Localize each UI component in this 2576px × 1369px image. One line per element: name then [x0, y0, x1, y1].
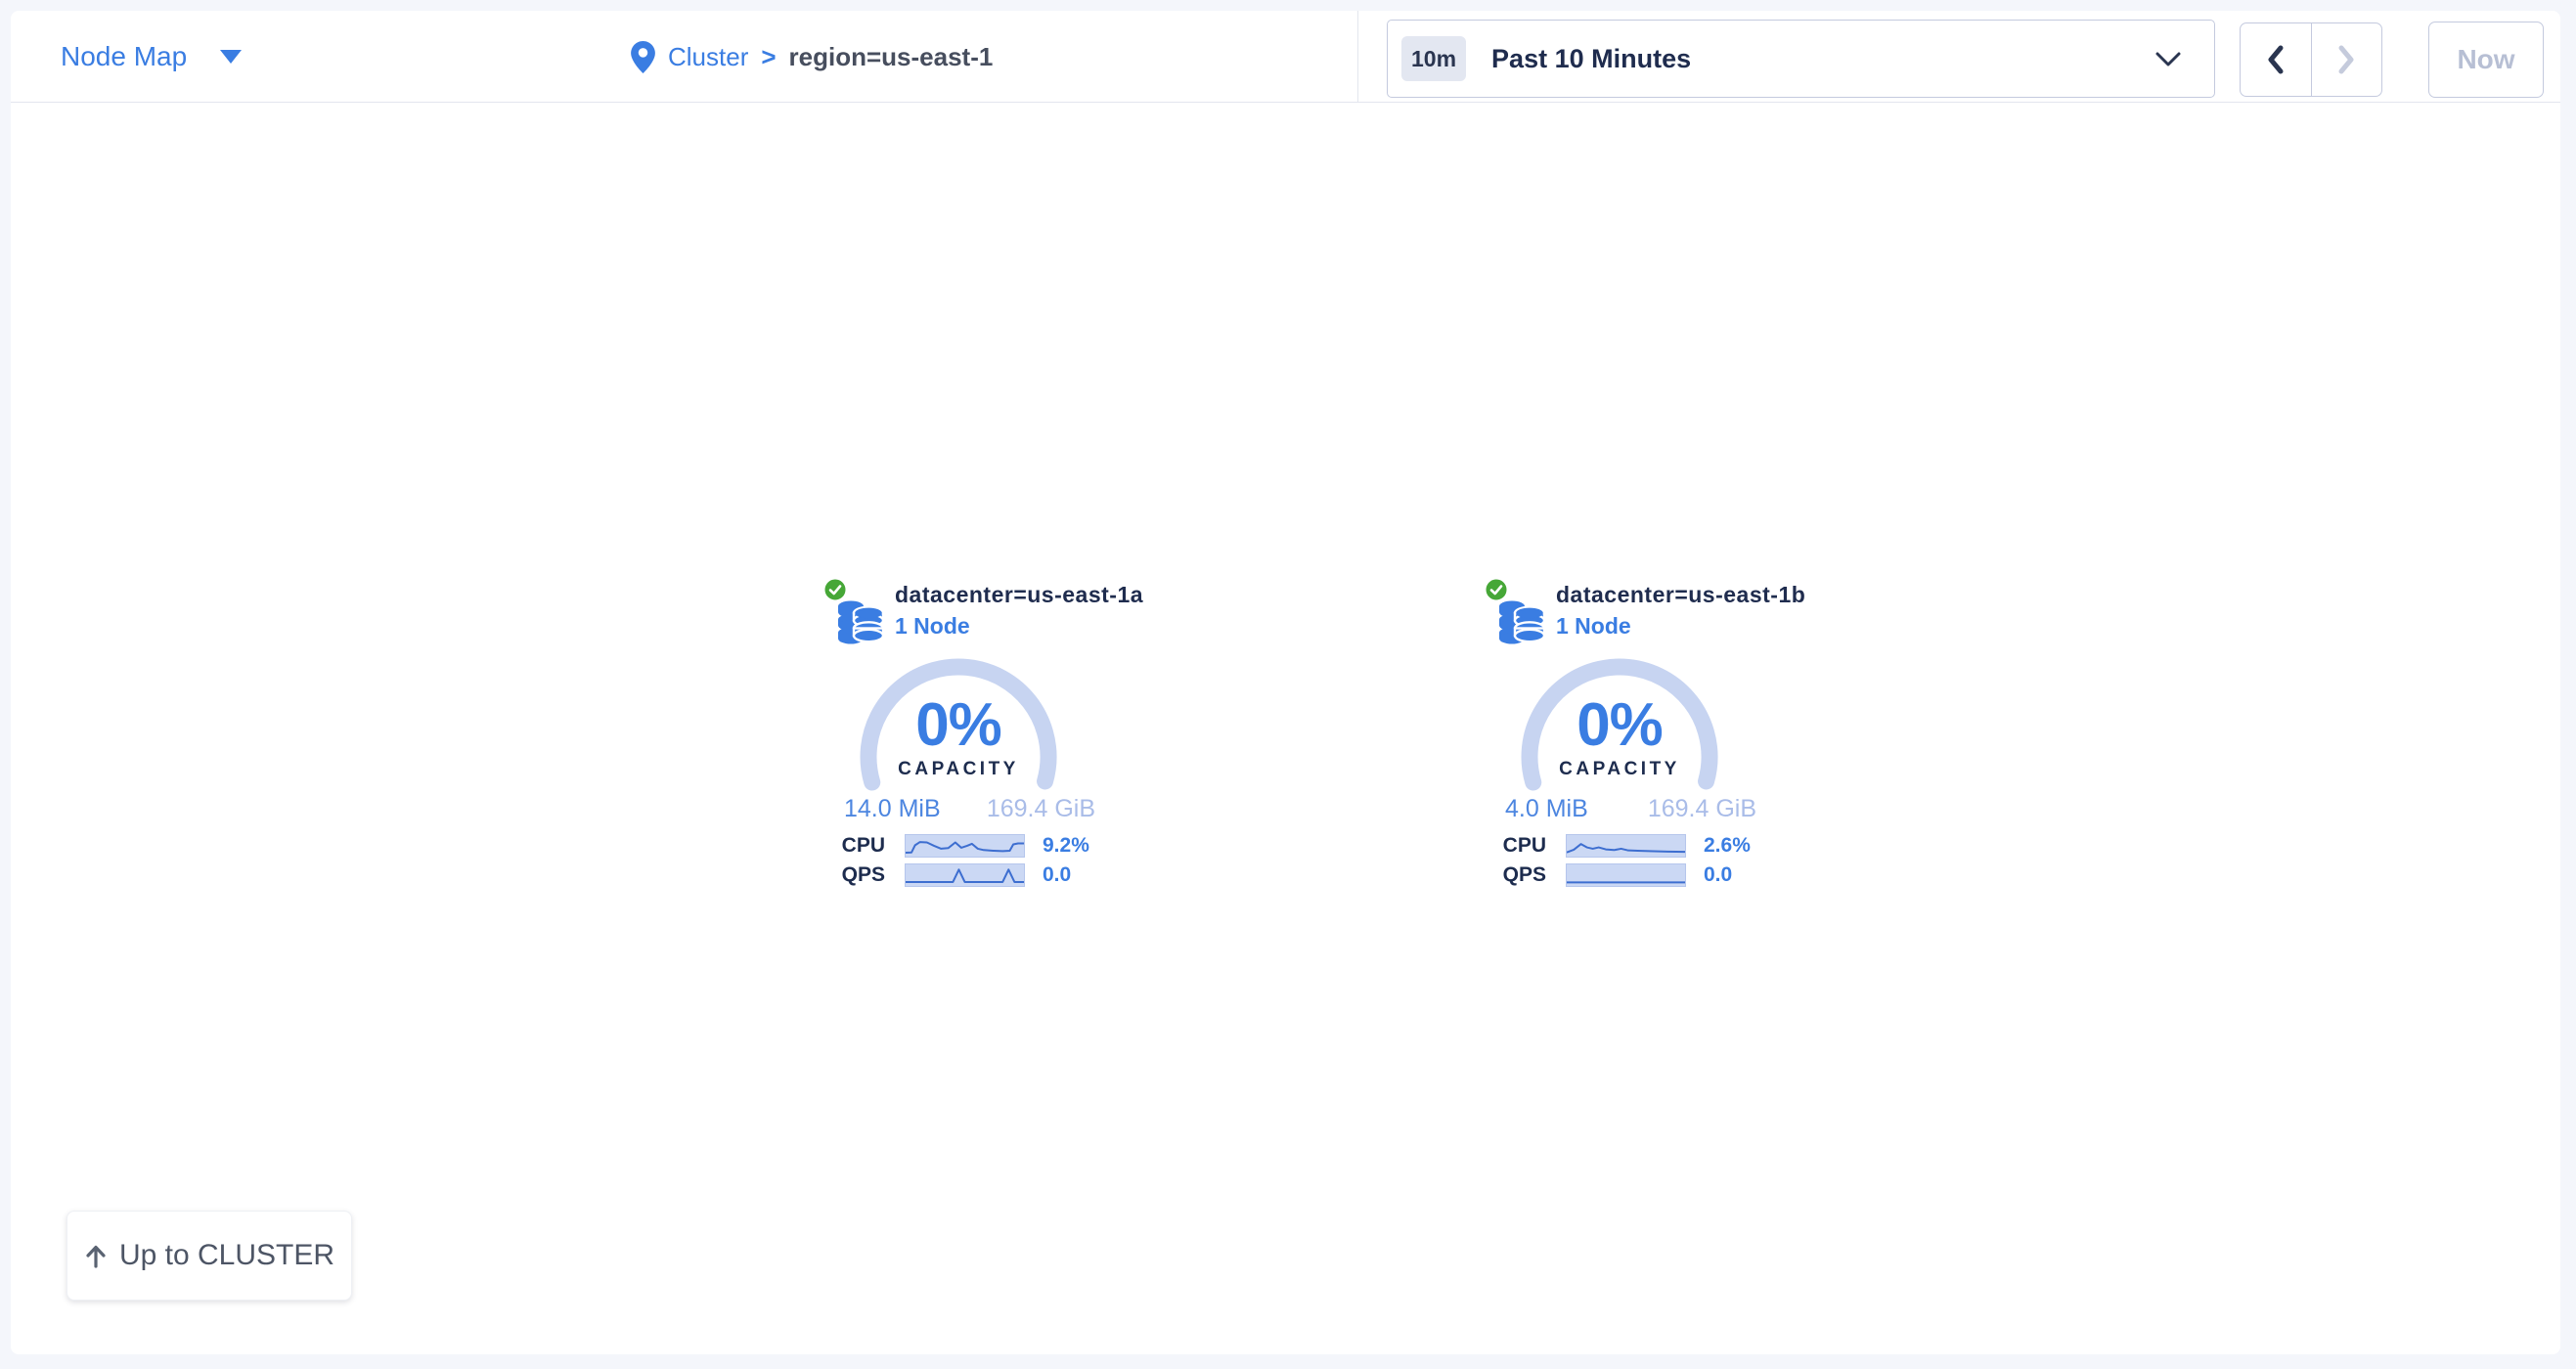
- time-pager: [2240, 22, 2382, 97]
- capacity-caption: CAPACITY: [1473, 759, 1766, 780]
- view-selector-dropdown[interactable]: Node Map: [61, 11, 242, 103]
- capacity-percent: 0%: [1473, 695, 1766, 756]
- capacity-values: 14.0 MiB 169.4 GiB: [844, 795, 1095, 823]
- up-to-cluster-label: Up to CLUSTER: [119, 1239, 334, 1272]
- qps-value: 0.0: [1704, 863, 1732, 887]
- arrow-up-icon: [84, 1243, 108, 1268]
- qps-metric-row: QPS 0.0: [812, 863, 1105, 887]
- time-forward-button[interactable]: [2311, 23, 2382, 96]
- capacity-used: 4.0 MiB: [1505, 795, 1588, 823]
- chevron-down-icon: [2155, 52, 2181, 67]
- location-pin-icon: [631, 41, 655, 73]
- breadcrumb: Cluster > region=us-east-1: [631, 11, 993, 103]
- cpu-metric-row: CPU 9.2%: [812, 834, 1105, 858]
- capacity-total: 169.4 GiB: [987, 795, 1095, 823]
- breadcrumb-separator: >: [761, 42, 776, 72]
- chevron-left-icon: [2265, 44, 2287, 75]
- topbar: Node Map Cluster > region=us-east-1 10m …: [11, 11, 2560, 103]
- cpu-value: 2.6%: [1704, 834, 1751, 858]
- content-panel: Node Map Cluster > region=us-east-1 10m …: [11, 11, 2560, 1354]
- time-back-button[interactable]: [2241, 23, 2311, 96]
- caret-down-icon: [220, 50, 242, 64]
- capacity-caption: CAPACITY: [812, 759, 1105, 780]
- view-selector-label: Node Map: [61, 41, 187, 72]
- time-range-badge: 10m: [1401, 36, 1466, 81]
- locality-header: datacenter=us-east-1a 1 Node: [812, 572, 1105, 642]
- locality-title: datacenter=us-east-1a: [895, 582, 1143, 608]
- qps-value: 0.0: [1043, 863, 1071, 887]
- qps-sparkline: [905, 863, 1025, 887]
- breadcrumb-current: region=us-east-1: [789, 42, 994, 72]
- capacity-values: 4.0 MiB 169.4 GiB: [1505, 795, 1756, 823]
- topbar-divider: [1357, 11, 1358, 103]
- time-range-label: Past 10 Minutes: [1491, 44, 1691, 74]
- capacity-percent: 0%: [812, 695, 1105, 756]
- qps-label: QPS: [1473, 863, 1546, 887]
- node-map-page: Node Map Cluster > region=us-east-1 10m …: [0, 0, 2576, 1369]
- capacity-total: 169.4 GiB: [1648, 795, 1756, 823]
- breadcrumb-cluster-link[interactable]: Cluster: [668, 42, 748, 72]
- up-to-cluster-button[interactable]: Up to CLUSTER: [67, 1211, 352, 1301]
- qps-label: QPS: [812, 863, 885, 887]
- cpu-value: 9.2%: [1043, 834, 1089, 858]
- cpu-label: CPU: [1473, 834, 1546, 858]
- locality-header: datacenter=us-east-1b 1 Node: [1473, 572, 1766, 642]
- qps-metric-row: QPS 0.0: [1473, 863, 1766, 887]
- locality-card-us-east-1b[interactable]: datacenter=us-east-1b 1 Node 0% CAPACITY…: [1473, 572, 1766, 895]
- cpu-label: CPU: [812, 834, 885, 858]
- cpu-sparkline: [1566, 834, 1686, 858]
- chevron-right-icon: [2335, 44, 2357, 75]
- cpu-sparkline: [905, 834, 1025, 858]
- capacity-used: 14.0 MiB: [844, 795, 941, 823]
- locality-node-count[interactable]: 1 Node: [895, 613, 970, 640]
- time-range-dropdown[interactable]: 10m Past 10 Minutes: [1387, 20, 2215, 98]
- locality-title: datacenter=us-east-1b: [1556, 582, 1805, 608]
- qps-sparkline: [1566, 863, 1686, 887]
- locality-node-count[interactable]: 1 Node: [1556, 613, 1631, 640]
- cpu-metric-row: CPU 2.6%: [1473, 834, 1766, 858]
- healthy-check-icon: [1484, 577, 1509, 602]
- healthy-check-icon: [822, 577, 848, 602]
- locality-card-us-east-1a[interactable]: datacenter=us-east-1a 1 Node 0% CAPACITY…: [812, 572, 1105, 895]
- now-button[interactable]: Now: [2428, 22, 2544, 98]
